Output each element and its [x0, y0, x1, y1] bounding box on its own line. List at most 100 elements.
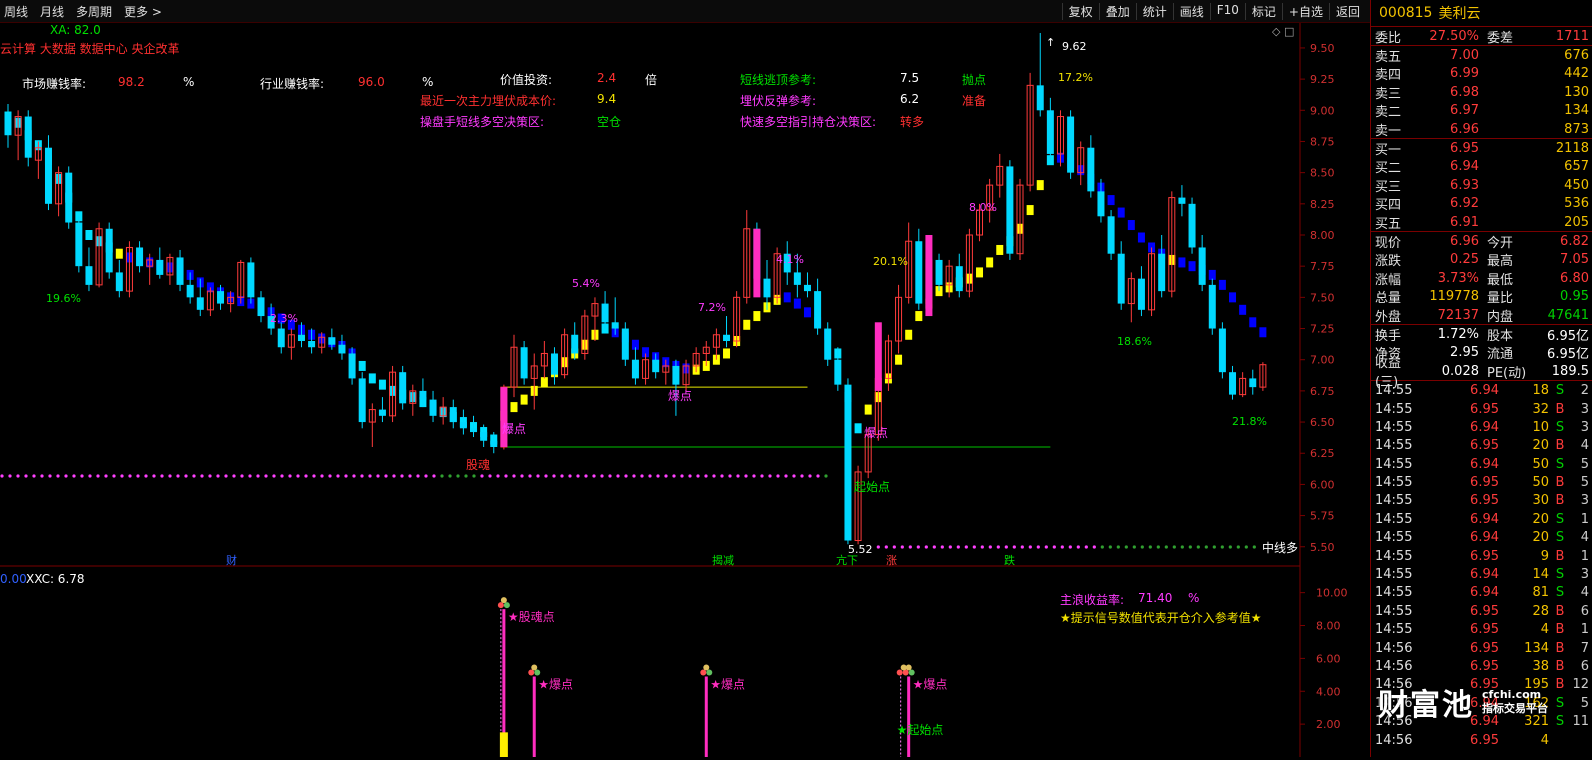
- tick-count: 12: [1572, 677, 1589, 693]
- signal-dot: [472, 474, 476, 478]
- tick-volume: 18: [1532, 383, 1549, 399]
- stock-header[interactable]: 000815 美利云: [1371, 0, 1592, 27]
- toolbar-right-button[interactable]: 复权: [1061, 3, 1099, 20]
- signal-dot: [232, 474, 236, 478]
- bid-label: 买一: [1375, 143, 1402, 159]
- stat-value: 3.73%: [1437, 270, 1479, 286]
- rebound-value: 6.2: [900, 92, 920, 106]
- ask-volume: 676: [1564, 48, 1589, 64]
- candle: [1249, 369, 1257, 395]
- toolbar-right-button[interactable]: 返回: [1328, 3, 1366, 20]
- signal-hint: ★提示信号数值代表开仓介入参考值★: [1060, 611, 1262, 625]
- guide-block: [854, 423, 862, 434]
- candle: [1178, 185, 1186, 217]
- toolbar-right-button[interactable]: 统计: [1135, 3, 1173, 20]
- signal-dot: [88, 474, 92, 478]
- toolbar-right-button[interactable]: 标记: [1244, 3, 1282, 20]
- price-tick-label: 9.00: [1310, 104, 1335, 117]
- tick-row: 14:55 6.95 32 B 3: [1371, 400, 1592, 418]
- bottom-mark: 跌: [1004, 553, 1015, 567]
- tick-time: 14:56: [1375, 640, 1413, 656]
- candle-body: [449, 407, 457, 423]
- tick-volume: 32: [1532, 401, 1549, 417]
- tick-time: 14:55: [1375, 475, 1413, 491]
- tick-volume: 9: [1540, 548, 1549, 564]
- signal-dot: [744, 474, 748, 478]
- signal-label-start: 起始点: [854, 480, 890, 494]
- candle: [561, 328, 569, 379]
- chart-toolbar: 周线 月线 多周期 更多 > 复权 叠加 统计 画线 F10 标记 +自选 返回: [0, 0, 1370, 23]
- bid-price: 6.91: [1450, 214, 1479, 230]
- toolbar-left-button[interactable]: 更多 >: [124, 3, 162, 20]
- stat-value: 189.5: [1551, 363, 1589, 379]
- stat-value: 0.028: [1441, 363, 1479, 379]
- ask-volume: 442: [1564, 66, 1589, 82]
- signal-dot: [264, 474, 268, 478]
- signal-dot: [224, 474, 228, 478]
- candle-body: [358, 378, 366, 423]
- watermark-brand: 财富池: [1378, 688, 1474, 723]
- tick-side: S: [1555, 714, 1565, 730]
- signal-dot: [72, 474, 76, 478]
- signal-dot: [240, 474, 244, 478]
- signal-dot: [376, 474, 380, 478]
- candle: [621, 322, 629, 366]
- tick-volume: 81: [1532, 585, 1549, 601]
- stat-value: 0.95: [1560, 289, 1589, 305]
- toolbar-left-button[interactable]: 周线: [4, 3, 28, 20]
- toolbar-left-button[interactable]: 多周期: [76, 3, 112, 20]
- quote-stats: 现价 6.96 今开 6.82 涨跌 0.25 最高 7.05 涨幅 3.73% 最低 6.80 总量 1…: [1371, 231, 1592, 325]
- tick-count: 4: [1580, 530, 1589, 546]
- signal-dot: [336, 474, 340, 478]
- stat-row: 总量 119778 量比 0.95: [1371, 287, 1592, 306]
- toolbar-left-button[interactable]: 月线: [40, 3, 64, 20]
- signal-dot: [964, 545, 968, 549]
- signal-dot: [996, 545, 1000, 549]
- kline-chart-area[interactable]: ◇ □ 9.50 9.25 9.00 8.75 8.50 8.25 8.00 7.75 7.50 7…: [0, 23, 1370, 757]
- signal-dot: [32, 474, 36, 478]
- toolbar-right-button[interactable]: F10: [1209, 3, 1245, 20]
- candle-body: [672, 365, 680, 385]
- value-invest-value: 2.4: [597, 71, 617, 85]
- signal-dot: [1188, 545, 1192, 549]
- signal-dot: [48, 474, 52, 478]
- bid-price: 6.95: [1450, 141, 1479, 157]
- guide-block: [895, 354, 903, 365]
- tick-count: 3: [1580, 419, 1589, 435]
- signal-dot: [304, 474, 308, 478]
- candle: [1107, 210, 1115, 260]
- tick-row: 14:55 6.94 20 S 4: [1371, 529, 1592, 547]
- candle: [358, 372, 366, 429]
- candle: [935, 253, 943, 292]
- tick-time: 14:55: [1375, 511, 1413, 527]
- candle-body: [65, 172, 73, 223]
- signal-bar: [753, 228, 761, 298]
- profit-label: 主浪收益率:: [1060, 593, 1125, 607]
- signal-dot: [312, 474, 316, 478]
- toolbar-right-button[interactable]: 叠加: [1098, 3, 1136, 20]
- sub-marker-ball: [706, 669, 713, 676]
- toolbar-right-button[interactable]: 画线: [1172, 3, 1210, 20]
- bid-price: 6.93: [1450, 177, 1479, 193]
- signal-dot: [368, 474, 372, 478]
- signal-dot: [456, 474, 460, 478]
- industry-rate-value: 96.0: [358, 75, 385, 89]
- stat-label: 股本: [1487, 328, 1514, 344]
- tick-side: S: [1555, 419, 1565, 435]
- toolbar-right-button[interactable]: +自选: [1281, 3, 1329, 20]
- xxc-readout: XXC: 6.78: [26, 572, 85, 586]
- tick-time: 14:55: [1375, 401, 1413, 417]
- signal-dot: [184, 474, 188, 478]
- signal-label-guhun: 股魂: [466, 457, 490, 472]
- industry-rate-label: 行业赚钱率:: [260, 77, 325, 91]
- price-tick-label: 8.00: [1310, 229, 1335, 242]
- candle-body: [915, 241, 923, 304]
- candle-body: [824, 328, 832, 360]
- kline-svg[interactable]: ◇ □ 9.50 9.25 9.00 8.75 8.50 8.25 8.00 7.75 7.50 7…: [0, 23, 1370, 757]
- ask-label: 卖三: [1375, 86, 1402, 102]
- sub-start-label: ★起始点: [897, 723, 944, 737]
- ask-volume: 873: [1564, 121, 1589, 137]
- bid-volume: 2118: [1555, 141, 1589, 157]
- cost-value: 9.4: [597, 92, 617, 106]
- signal-dot: [1084, 545, 1088, 549]
